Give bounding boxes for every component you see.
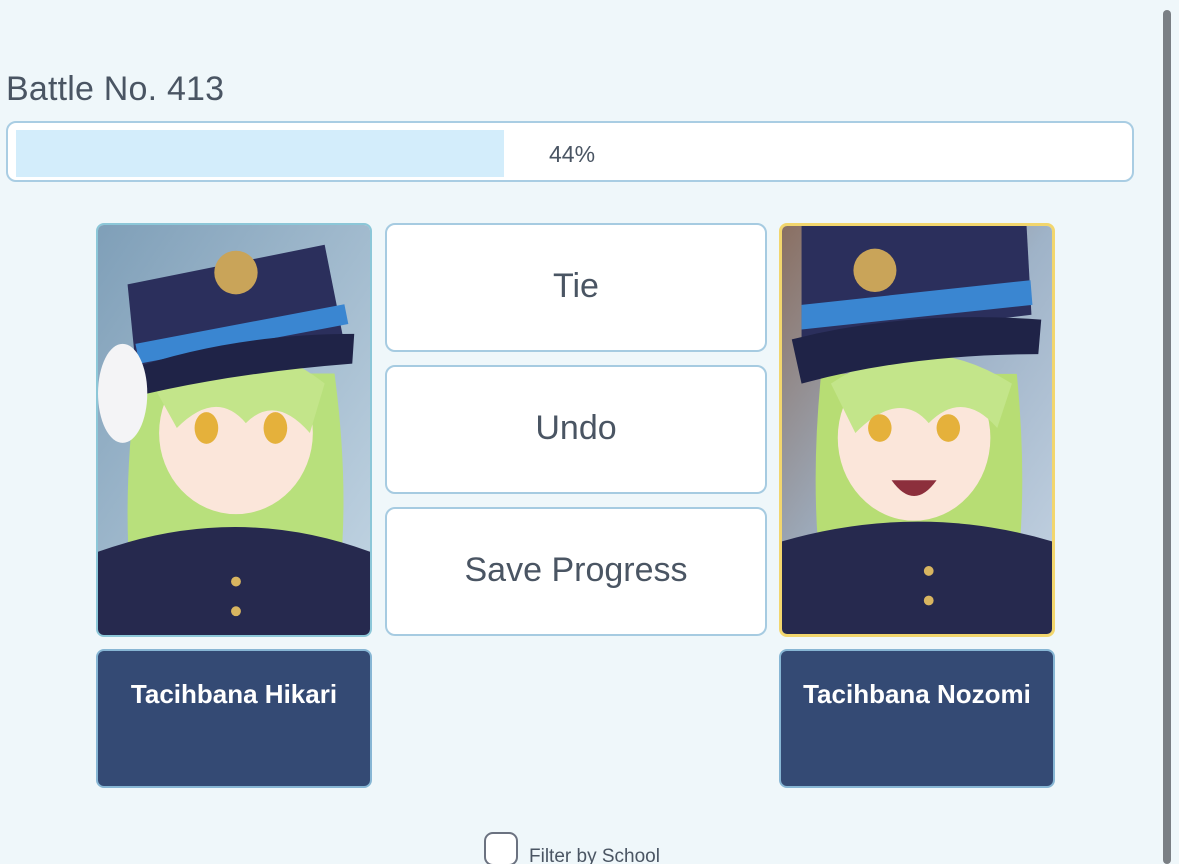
left-character-image[interactable] [96, 223, 372, 637]
progress-bar: 44% [6, 121, 1134, 182]
right-character-image[interactable] [779, 223, 1055, 637]
progress-bar-fill [16, 130, 504, 177]
progress-percent: 44% [549, 141, 596, 167]
character-portrait-icon [98, 225, 370, 635]
battle-title: Battle No. 413 [6, 70, 225, 108]
undo-button[interactable]: Undo [385, 365, 767, 494]
left-character-name-button[interactable]: Tacihbana Hikari [96, 649, 372, 788]
page: Battle No. 413 44% Tie Undo Save Progres… [0, 0, 1179, 864]
save-progress-button[interactable]: Save Progress [385, 507, 767, 636]
filter-label: Filter by School [529, 846, 660, 864]
filter-checkbox[interactable] [484, 832, 518, 864]
vertical-scrollbar[interactable] [1159, 0, 1179, 864]
character-portrait-icon [782, 226, 1052, 634]
tie-button[interactable]: Tie [385, 223, 767, 352]
right-character-name: Tacihbana Nozomi [803, 679, 1031, 709]
right-character-name-button[interactable]: Tacihbana Nozomi [779, 649, 1055, 788]
left-character-name: Tacihbana Hikari [130, 679, 338, 709]
scrollbar-thumb[interactable] [1163, 10, 1171, 864]
